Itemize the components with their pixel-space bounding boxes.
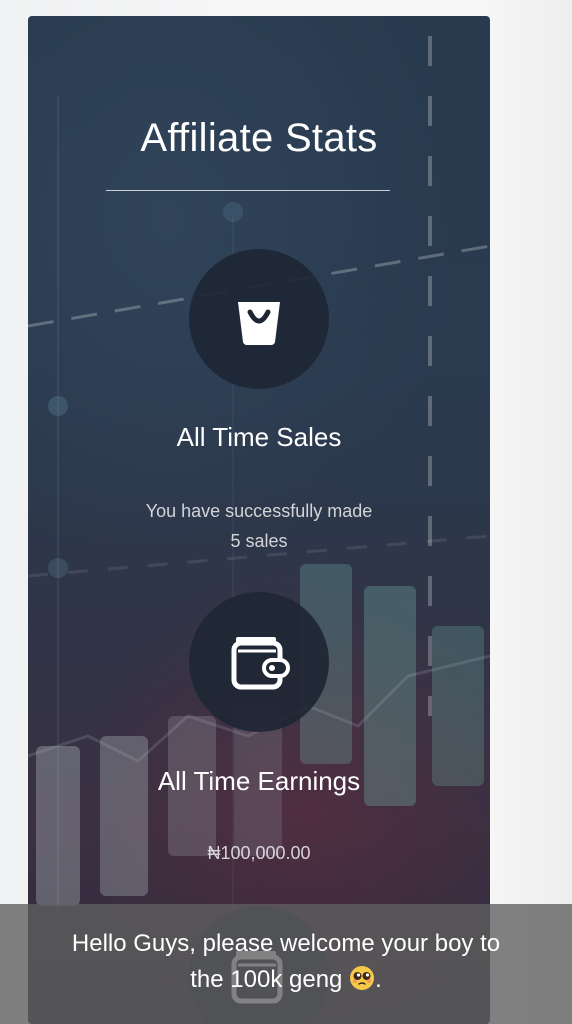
sales-description-line1: You have successfully made xyxy=(145,501,373,521)
earnings-icon-circle xyxy=(189,592,329,732)
earnings-heading: All Time Earnings xyxy=(157,766,361,796)
caption-line-2: the 100k geng xyxy=(190,966,343,993)
sales-count: 5 sales xyxy=(230,531,288,551)
title-divider xyxy=(106,190,390,191)
shopping-bag-icon xyxy=(238,302,280,345)
affiliate-stats-content: Affiliate Stats All Time Sales You have … xyxy=(28,16,490,1024)
affiliate-stats-card: Affiliate Stats All Time Sales You have … xyxy=(28,16,490,1024)
wallet-icon xyxy=(231,637,290,690)
pleading-face-emoji-icon xyxy=(350,966,375,990)
caption-line-1: Hello Guys, please welcome your boy to xyxy=(71,930,501,957)
page-title: Affiliate Stats xyxy=(140,116,378,160)
sales-heading: All Time Sales xyxy=(176,422,342,452)
caption-text: Hello Guys, please welcome your boy to t… xyxy=(0,926,572,998)
caption-line-2-wrapper: the 100k geng . xyxy=(0,962,572,998)
earnings-amount: ₦100,000.00 xyxy=(207,843,311,863)
sales-icon-circle xyxy=(189,249,329,389)
caption-line-2-end: . xyxy=(375,966,382,993)
